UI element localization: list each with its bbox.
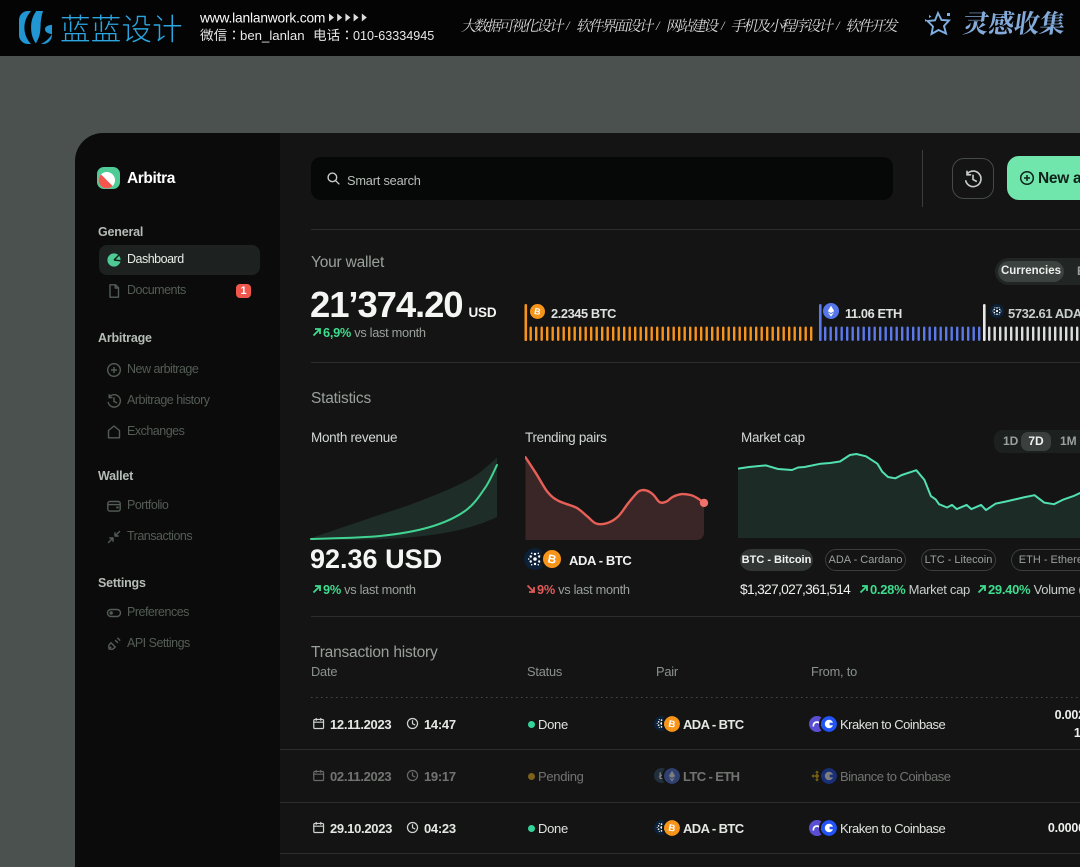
svg-text:010-63334945: 010-63334945 — [353, 29, 434, 43]
svg-text:ben_lanlan: ben_lanlan — [240, 28, 305, 43]
svg-text:/: / — [565, 18, 571, 33]
svg-text:/: / — [655, 18, 661, 33]
svg-text:/: / — [835, 18, 841, 33]
svg-text:/: / — [720, 18, 726, 33]
svg-text:www.lanlanwork.com: www.lanlanwork.com — [199, 11, 325, 26]
